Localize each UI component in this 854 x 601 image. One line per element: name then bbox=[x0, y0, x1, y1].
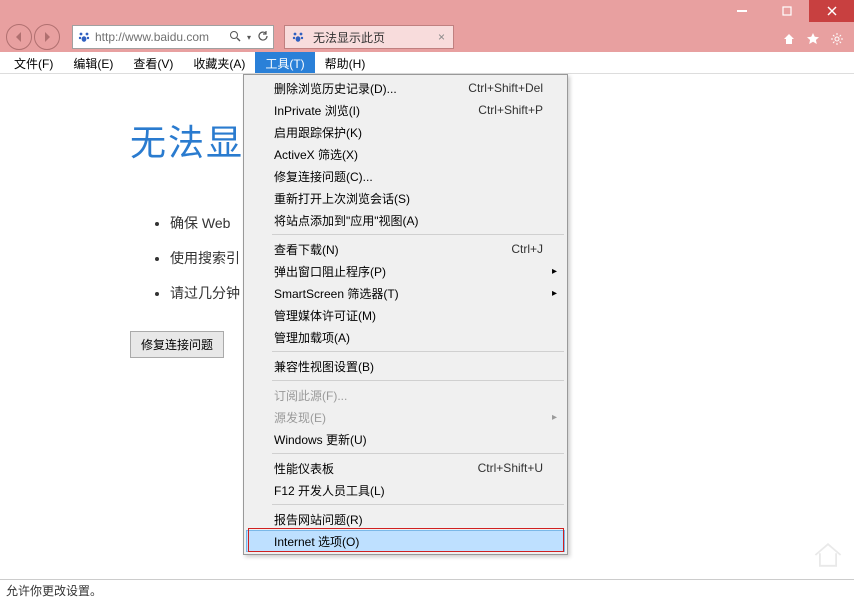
menu-feed-discovery: 源发现(E)▸ bbox=[246, 406, 565, 428]
menu-tools[interactable]: 工具(T) bbox=[255, 52, 314, 73]
menu-performance[interactable]: 性能仪表板Ctrl+Shift+U bbox=[246, 457, 565, 479]
statusbar: 允许你更改设置。 bbox=[0, 579, 854, 601]
menu-reopen-last[interactable]: 重新打开上次浏览会话(S) bbox=[246, 187, 565, 209]
status-text: 允许你更改设置。 bbox=[6, 582, 102, 599]
menu-smartscreen[interactable]: SmartScreen 筛选器(T)▸ bbox=[246, 282, 565, 304]
dropdown-icon[interactable]: ▾ bbox=[247, 33, 251, 42]
submenu-arrow-icon: ▸ bbox=[552, 266, 557, 277]
site-icon bbox=[77, 30, 91, 44]
favorites-icon[interactable] bbox=[806, 32, 820, 49]
menubar: 文件(F) 编辑(E) 查看(V) 收藏夹(A) 工具(T) 帮助(H) bbox=[0, 52, 854, 74]
tab-close-icon[interactable]: × bbox=[438, 30, 445, 44]
menu-f12-tools[interactable]: F12 开发人员工具(L) bbox=[246, 479, 565, 501]
menu-help[interactable]: 帮助(H) bbox=[315, 52, 376, 73]
back-button[interactable] bbox=[6, 24, 32, 50]
menu-internet-options[interactable]: Internet 选项(O) bbox=[246, 530, 565, 552]
menu-downloads[interactable]: 查看下载(N)Ctrl+J bbox=[246, 238, 565, 260]
menu-windows-update[interactable]: Windows 更新(U) bbox=[246, 428, 565, 450]
nav-row: ▾ 无法显示此页 × bbox=[0, 22, 854, 52]
menu-addons[interactable]: 管理加载项(A) bbox=[246, 326, 565, 348]
refresh-icon[interactable] bbox=[257, 30, 269, 45]
window-controls bbox=[719, 0, 854, 22]
url-input[interactable] bbox=[95, 27, 225, 47]
menu-delete-history[interactable]: 删除浏览历史记录(D)...Ctrl+Shift+Del bbox=[246, 77, 565, 99]
minimize-button[interactable] bbox=[719, 0, 764, 22]
submenu-arrow-icon: ▸ bbox=[552, 288, 557, 299]
menu-file[interactable]: 文件(F) bbox=[4, 52, 63, 73]
menu-separator bbox=[272, 234, 564, 235]
menu-compat-view[interactable]: 兼容性视图设置(B) bbox=[246, 355, 565, 377]
menu-separator bbox=[272, 504, 564, 505]
menu-separator bbox=[272, 453, 564, 454]
titlebar: ▾ 无法显示此页 × bbox=[0, 0, 854, 52]
tab-title: 无法显示此页 bbox=[313, 29, 432, 46]
menu-add-to-apps[interactable]: 将站点添加到"应用"视图(A) bbox=[246, 209, 565, 231]
menu-separator bbox=[272, 380, 564, 381]
menu-report-site[interactable]: 报告网站问题(R) bbox=[246, 508, 565, 530]
submenu-arrow-icon: ▸ bbox=[552, 412, 557, 423]
close-button[interactable] bbox=[809, 0, 854, 22]
tab-icon bbox=[291, 30, 305, 44]
menu-popup-blocker[interactable]: 弹出窗口阻止程序(P)▸ bbox=[246, 260, 565, 282]
tools-dropdown: 删除浏览历史记录(D)...Ctrl+Shift+Del InPrivate 浏… bbox=[243, 74, 568, 555]
menu-view[interactable]: 查看(V) bbox=[123, 52, 183, 73]
settings-icon[interactable] bbox=[830, 32, 844, 49]
menu-media-license[interactable]: 管理媒体许可证(M) bbox=[246, 304, 565, 326]
menu-tracking-protection[interactable]: 启用跟踪保护(K) bbox=[246, 121, 565, 143]
maximize-button[interactable] bbox=[764, 0, 809, 22]
menu-edit[interactable]: 编辑(E) bbox=[63, 52, 123, 73]
menu-activex[interactable]: ActiveX 筛选(X) bbox=[246, 143, 565, 165]
fix-connection-button[interactable]: 修复连接问题 bbox=[130, 331, 224, 358]
menu-separator bbox=[272, 351, 564, 352]
menu-inprivate[interactable]: InPrivate 浏览(I)Ctrl+Shift+P bbox=[246, 99, 565, 121]
browser-tab[interactable]: 无法显示此页 × bbox=[284, 25, 454, 49]
menu-favorites[interactable]: 收藏夹(A) bbox=[183, 52, 255, 73]
home-icon[interactable] bbox=[782, 32, 796, 49]
address-bar[interactable]: ▾ bbox=[72, 25, 274, 49]
forward-button[interactable] bbox=[34, 24, 60, 50]
title-toolbar bbox=[782, 32, 844, 49]
search-icon[interactable] bbox=[229, 30, 241, 45]
menu-subscribe-feed: 订阅此源(F)... bbox=[246, 384, 565, 406]
menu-fix-connection[interactable]: 修复连接问题(C)... bbox=[246, 165, 565, 187]
